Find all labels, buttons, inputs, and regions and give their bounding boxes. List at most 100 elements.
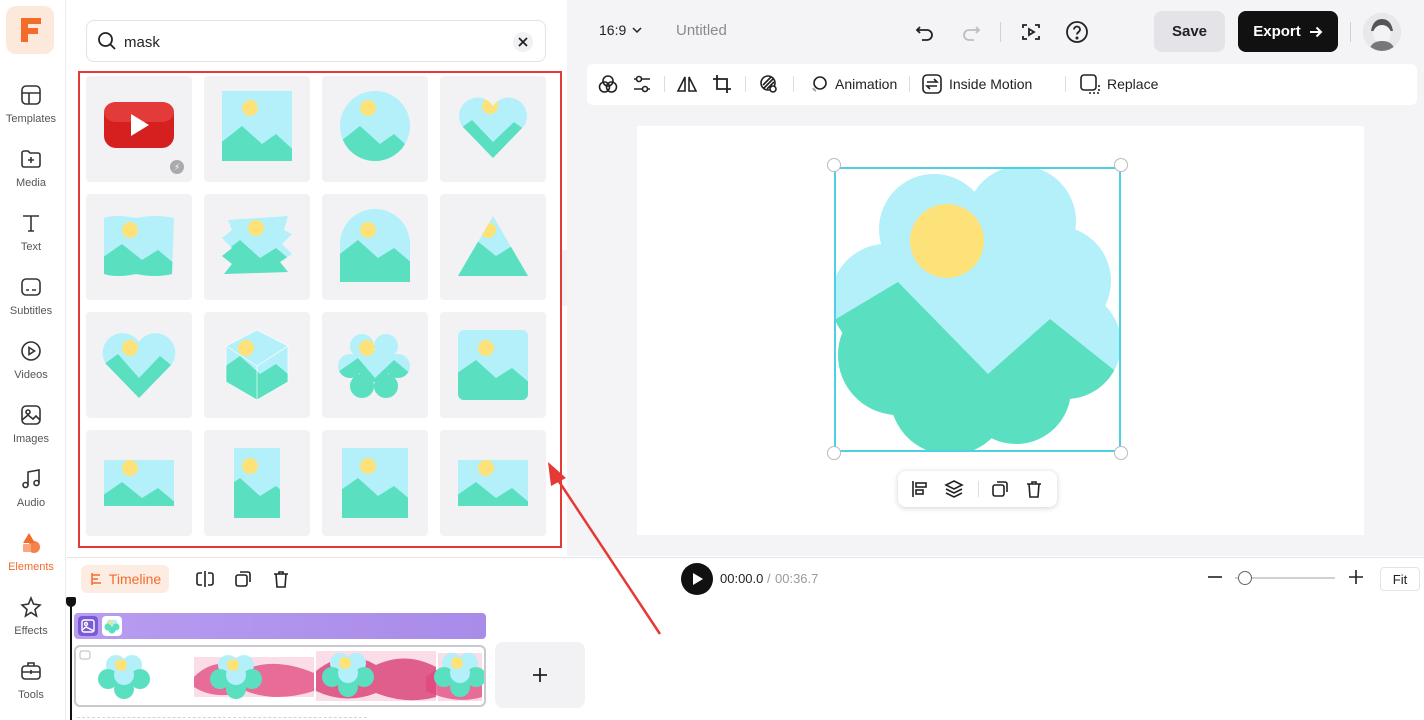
sidebar-item-images[interactable]: Images: [0, 402, 62, 462]
effects-icon: [18, 594, 44, 620]
element-wide-rect-mask-2[interactable]: [440, 430, 546, 536]
sidebar-item-tools[interactable]: Tools: [0, 658, 62, 718]
sidebar-item-label: Effects: [14, 625, 48, 637]
sidebar-item-elements[interactable]: Elements: [0, 530, 62, 590]
align-icon[interactable]: [908, 477, 932, 501]
element-brush-rect-mask[interactable]: [86, 194, 192, 300]
copy-icon[interactable]: [231, 567, 255, 591]
zoom-out-icon[interactable]: [1205, 567, 1225, 587]
flip-icon[interactable]: [676, 71, 698, 97]
audio-icon: [18, 466, 44, 492]
video-track-clip[interactable]: [74, 645, 486, 707]
play-icon: [693, 573, 703, 585]
zoom-in-icon[interactable]: [1346, 567, 1366, 587]
opacity-icon[interactable]: [758, 71, 780, 97]
subtitles-icon: [18, 274, 44, 300]
video-thumbnails: [79, 650, 484, 701]
animation-button[interactable]: Animation: [809, 71, 897, 97]
element-heart-mask[interactable]: [440, 76, 546, 182]
avatar[interactable]: [1363, 13, 1401, 51]
sidebar-item-label: Images: [12, 433, 50, 445]
blend-icon[interactable]: [597, 71, 619, 97]
element-circle-mask[interactable]: [322, 76, 428, 182]
redo-icon[interactable]: [957, 18, 985, 46]
duplicate-icon[interactable]: [988, 477, 1012, 501]
export-label: Export: [1253, 23, 1301, 40]
element-arch-mask[interactable]: [322, 194, 428, 300]
element-wide-rect-mask[interactable]: [86, 430, 192, 536]
current-time: 00:00.0: [720, 571, 764, 586]
element-brush-stroke-mask[interactable]: [204, 194, 310, 300]
tab-timeline[interactable]: Timeline: [81, 565, 169, 593]
playhead[interactable]: [70, 598, 72, 720]
replace-button[interactable]: Replace: [1079, 71, 1158, 97]
sidebar-item-label: Templates: [5, 113, 57, 125]
inside-motion-button[interactable]: Inside Motion: [921, 71, 1032, 97]
project-title[interactable]: Untitled: [676, 22, 727, 39]
sidebar-item-media[interactable]: Media: [0, 146, 62, 206]
sidebar-item-label: Media: [16, 177, 46, 189]
arrow-right-icon: [1309, 26, 1323, 37]
element-triangle-mask[interactable]: [440, 194, 546, 300]
help-icon[interactable]: [1063, 18, 1091, 46]
sidebar-item-videos[interactable]: Videos: [0, 338, 62, 398]
sidebar-item-text[interactable]: Text: [0, 210, 62, 270]
trash-icon[interactable]: [269, 567, 293, 591]
sidebar-item-templates[interactable]: Templates: [0, 82, 62, 142]
chevron-down-icon: [632, 27, 642, 33]
screen-record-icon[interactable]: [1017, 18, 1045, 46]
tools-icon: [18, 658, 44, 684]
animation-label: Animation: [835, 76, 898, 92]
resize-handle-top-right[interactable]: [1114, 158, 1128, 172]
element-youtube-frame[interactable]: ⚡: [86, 76, 192, 182]
play-button[interactable]: [681, 563, 713, 595]
delete-icon[interactable]: [1022, 477, 1046, 501]
animation-icon: [812, 76, 827, 92]
total-duration: 00:36.7: [775, 571, 819, 586]
undo-icon[interactable]: [911, 18, 939, 46]
resize-handle-bottom-right[interactable]: [1114, 446, 1128, 460]
search-box: [86, 20, 546, 62]
sidebar-item-subtitles[interactable]: Subtitles: [0, 274, 62, 334]
sidebar-item-label: Text: [20, 241, 42, 253]
sidebar-item-label: Elements: [8, 561, 54, 573]
element-track-clip[interactable]: [74, 613, 486, 639]
sidebar-item-audio[interactable]: Audio: [0, 466, 62, 526]
adjust-icon[interactable]: [631, 71, 653, 97]
user-avatar-icon: [1363, 13, 1401, 51]
element-square-mask[interactable]: [204, 76, 310, 182]
logo-icon: [21, 18, 41, 42]
sidebar-item-effects[interactable]: Effects: [0, 594, 62, 654]
replace-icon: [1080, 74, 1100, 94]
element-square-mask-2[interactable]: [322, 430, 428, 536]
clear-search-icon[interactable]: [513, 32, 533, 52]
pro-badge-icon: ⚡: [170, 160, 184, 174]
split-icon[interactable]: [193, 567, 217, 591]
inside-motion-label: Inside Motion: [949, 76, 1033, 92]
app-logo[interactable]: [6, 6, 54, 54]
element-heart-mask-2[interactable]: [86, 312, 192, 418]
element-flower-mask[interactable]: [322, 312, 428, 418]
add-clip-button[interactable]: [495, 642, 585, 708]
resize-handle-bottom-left[interactable]: [827, 446, 841, 460]
element-tall-rect-mask[interactable]: [204, 430, 310, 536]
search-input[interactable]: [124, 31, 504, 53]
element-toolbar: Animation Inside Motion Replace: [587, 64, 1417, 105]
aspect-ratio-select[interactable]: 16:9: [599, 22, 642, 38]
images-icon: [18, 402, 44, 428]
resize-handle-top-left[interactable]: [827, 158, 841, 172]
export-button[interactable]: Export: [1238, 11, 1338, 52]
zoom-slider-knob[interactable]: [1238, 571, 1252, 585]
templates-icon: [18, 82, 44, 108]
search-icon: [97, 31, 117, 56]
plus-icon: [533, 668, 547, 682]
text-icon: [18, 210, 44, 236]
element-hexagon-mask[interactable]: [204, 312, 310, 418]
fit-button[interactable]: Fit: [1380, 567, 1420, 591]
crop-icon[interactable]: [711, 71, 733, 97]
element-rounded-square-mask[interactable]: [440, 312, 546, 418]
save-button[interactable]: Save: [1154, 11, 1225, 52]
layers-icon[interactable]: [942, 477, 966, 501]
flower-mask-thumb-icon: [102, 616, 122, 636]
left-sidebar: Templates Media Text Subtitles Videos Im…: [0, 0, 66, 720]
